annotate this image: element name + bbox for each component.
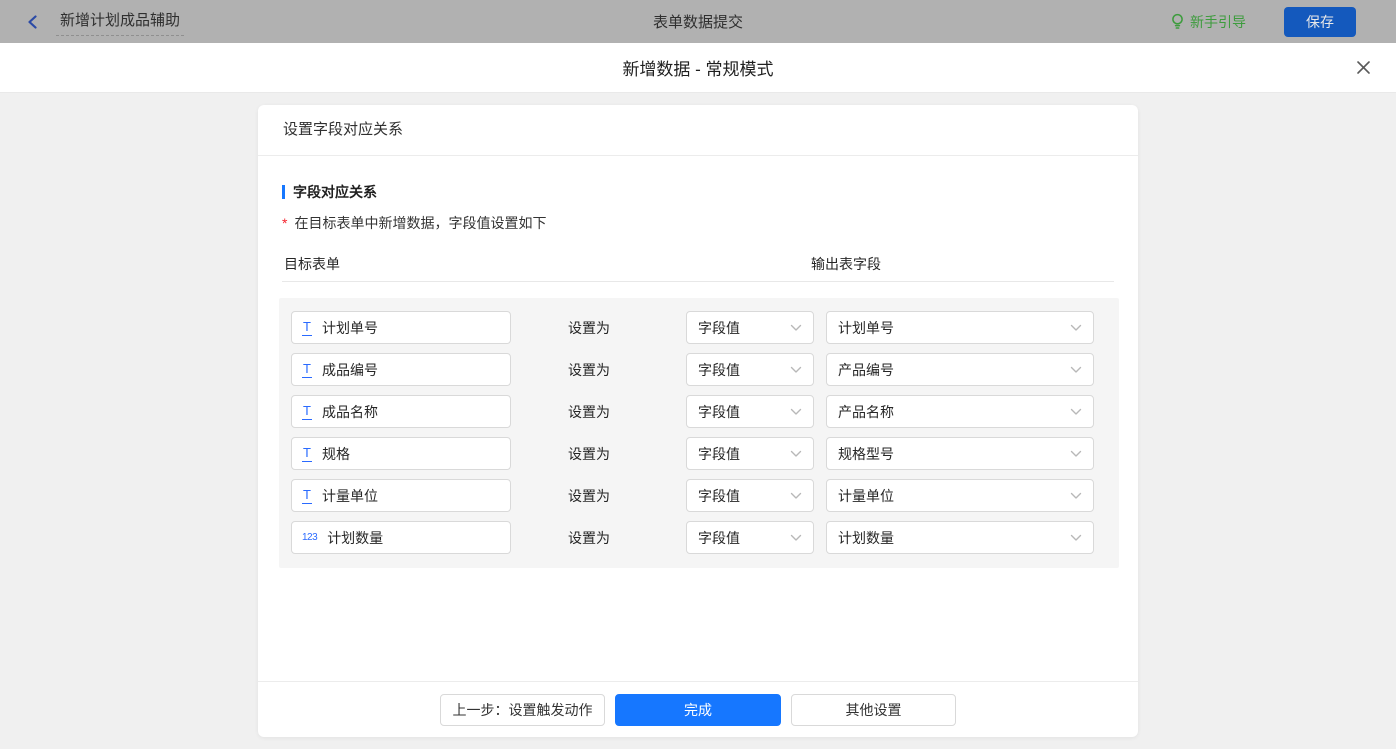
- output-field-select[interactable]: 规格型号: [826, 437, 1094, 470]
- workflow-title[interactable]: 新增计划成品辅助: [56, 7, 184, 36]
- panel-header: 设置字段对应关系: [258, 105, 1138, 156]
- output-field-select[interactable]: 产品名称: [826, 395, 1094, 428]
- output-field-select[interactable]: 计划单号: [826, 311, 1094, 344]
- section-title-label: 字段对应关系: [293, 182, 377, 202]
- value-type-select[interactable]: 字段值: [686, 521, 814, 554]
- text-field-icon: T: [302, 320, 312, 336]
- mapping-row: T 计量单位 设置为 字段值 计量单位: [291, 479, 1107, 512]
- output-field-select[interactable]: 产品编号: [826, 353, 1094, 386]
- value-type-select[interactable]: 字段值: [686, 395, 814, 428]
- set-as-label: 设置为: [568, 402, 628, 422]
- output-field-select[interactable]: 计划数量: [826, 521, 1094, 554]
- output-field-value: 计量单位: [838, 486, 894, 506]
- column-headers: 目标表单 输出表字段: [282, 254, 1114, 274]
- close-icon: [1356, 60, 1371, 75]
- beginner-guide-label: 新手引导: [1190, 12, 1246, 32]
- other-settings-button[interactable]: 其他设置: [791, 694, 956, 726]
- chevron-down-icon: [1070, 366, 1082, 374]
- mapping-row: T 成品名称 设置为 字段值 产品名称: [291, 395, 1107, 428]
- set-as-label: 设置为: [568, 486, 628, 506]
- mapping-row: T 规格 设置为 字段值 规格型号: [291, 437, 1107, 470]
- output-field-value: 计划数量: [838, 528, 894, 548]
- modal-title: 新增数据 - 常规模式: [622, 55, 773, 80]
- text-field-icon: T: [302, 362, 312, 378]
- modal-header: 新增数据 - 常规模式: [0, 43, 1396, 93]
- output-field-value: 计划单号: [838, 318, 894, 338]
- target-field-plan-no[interactable]: T 计划单号: [291, 311, 511, 344]
- target-field-unit[interactable]: T 计量单位: [291, 479, 511, 512]
- text-field-icon: T: [302, 446, 312, 462]
- set-as-label: 设置为: [568, 318, 628, 338]
- output-field-value: 规格型号: [838, 444, 894, 464]
- set-as-label: 设置为: [568, 360, 628, 380]
- chevron-down-icon: [790, 492, 802, 500]
- chevron-down-icon: [790, 408, 802, 416]
- target-field-label: 计划数量: [327, 528, 383, 548]
- value-type-value: 字段值: [698, 486, 740, 506]
- required-mark: *: [282, 215, 287, 231]
- target-field-label: 成品编号: [322, 360, 378, 380]
- panel-footer: 上一步：设置触发动作 完成 其他设置: [258, 681, 1138, 737]
- mapping-row: 123 计划数量 设置为 字段值 计划数量: [291, 521, 1107, 554]
- target-field-label: 成品名称: [322, 402, 378, 422]
- column-header-target: 目标表单: [284, 254, 340, 274]
- target-field-spec[interactable]: T 规格: [291, 437, 511, 470]
- chevron-down-icon: [790, 366, 802, 374]
- done-button[interactable]: 完成: [615, 694, 781, 726]
- output-field-select[interactable]: 计量单位: [826, 479, 1094, 512]
- mapping-row: T 计划单号 设置为 字段值 计划单号: [291, 311, 1107, 344]
- lightbulb-icon: [1170, 13, 1185, 30]
- value-type-select[interactable]: 字段值: [686, 479, 814, 512]
- prev-step-button[interactable]: 上一步：设置触发动作: [440, 694, 605, 726]
- chevron-down-icon: [790, 450, 802, 458]
- target-field-label: 规格: [322, 444, 350, 464]
- chevron-down-icon: [790, 534, 802, 542]
- target-field-label: 计量单位: [322, 486, 378, 506]
- value-type-value: 字段值: [698, 360, 740, 380]
- target-field-label: 计划单号: [322, 318, 378, 338]
- set-as-label: 设置为: [568, 444, 628, 464]
- field-mapping-panel: 设置字段对应关系 字段对应关系 * 在目标表单中新增数据，字段值设置如下 目标表…: [258, 105, 1138, 737]
- value-type-select[interactable]: 字段值: [686, 437, 814, 470]
- output-field-value: 产品名称: [838, 402, 894, 422]
- value-type-select[interactable]: 字段值: [686, 353, 814, 386]
- hint-row: * 在目标表单中新增数据，字段值设置如下: [282, 213, 1114, 233]
- chevron-down-icon: [790, 324, 802, 332]
- chevron-down-icon: [1070, 450, 1082, 458]
- target-field-product-code[interactable]: T 成品编号: [291, 353, 511, 386]
- beginner-guide-link[interactable]: 新手引导: [1170, 12, 1246, 32]
- divider: [282, 281, 1114, 282]
- value-type-value: 字段值: [698, 318, 740, 338]
- target-field-product-name[interactable]: T 成品名称: [291, 395, 511, 428]
- mapping-rows-container: T 计划单号 设置为 字段值 计划单号 T: [279, 298, 1119, 568]
- save-button[interactable]: 保存: [1284, 7, 1356, 37]
- hint-text: 在目标表单中新增数据，字段值设置如下: [294, 213, 546, 233]
- set-as-label: 设置为: [568, 528, 628, 548]
- chevron-left-icon: [26, 15, 40, 29]
- chevron-down-icon: [1070, 324, 1082, 332]
- back-button[interactable]: [22, 11, 44, 33]
- chevron-down-icon: [1070, 534, 1082, 542]
- value-type-value: 字段值: [698, 528, 740, 548]
- value-type-value: 字段值: [698, 444, 740, 464]
- column-header-output: 输出表字段: [811, 254, 881, 274]
- text-field-icon: T: [302, 488, 312, 504]
- modal-body: 设置字段对应关系 字段对应关系 * 在目标表单中新增数据，字段值设置如下 目标表…: [0, 105, 1396, 749]
- text-field-icon: T: [302, 404, 312, 420]
- section-title: 字段对应关系: [282, 182, 1114, 202]
- value-type-select[interactable]: 字段值: [686, 311, 814, 344]
- chevron-down-icon: [1070, 492, 1082, 500]
- value-type-value: 字段值: [698, 402, 740, 422]
- number-field-icon: 123: [302, 533, 317, 543]
- chevron-down-icon: [1070, 408, 1082, 416]
- mapping-row: T 成品编号 设置为 字段值 产品编号: [291, 353, 1107, 386]
- output-field-value: 产品编号: [838, 360, 894, 380]
- target-field-plan-qty[interactable]: 123 计划数量: [291, 521, 511, 554]
- close-button[interactable]: [1353, 58, 1373, 78]
- top-bar: 新增计划成品辅助 表单数据提交 新手引导 保存: [0, 0, 1396, 43]
- accent-bar: [282, 185, 285, 199]
